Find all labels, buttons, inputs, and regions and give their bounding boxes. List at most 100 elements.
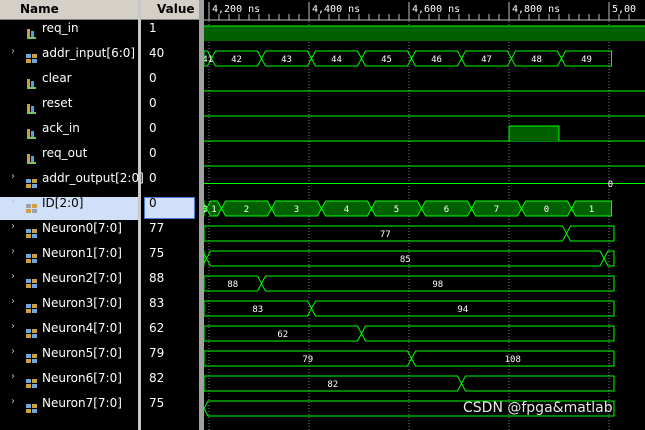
signal-value: 75 bbox=[149, 246, 165, 260]
bus-signal-icon bbox=[26, 329, 37, 338]
ruler-tick-label: 4,600 ns bbox=[412, 4, 460, 15]
signal-name: Neuron1[7:0] bbox=[42, 246, 122, 260]
signal-name: Neuron3[7:0] bbox=[42, 296, 122, 310]
signal-name: addr_output[2:0] bbox=[42, 171, 144, 185]
bus-segment bbox=[360, 325, 615, 342]
signal-row[interactable]: req_in 1 bbox=[0, 21, 204, 46]
signal-row[interactable]: › Neuron0[7:0] 77 bbox=[0, 221, 204, 246]
bus-value-label: 1 bbox=[211, 205, 216, 215]
signal-value: 0 bbox=[149, 146, 157, 160]
bus-segment bbox=[460, 375, 615, 392]
signal-name: clear bbox=[42, 71, 72, 85]
bus-value-label: 98 bbox=[432, 280, 443, 290]
bus-value-label: 4 bbox=[344, 205, 349, 215]
ruler-tick-label: 4,200 ns bbox=[212, 4, 260, 15]
signal-name: Neuron5[7:0] bbox=[42, 346, 122, 360]
wave-high-fill bbox=[204, 26, 645, 41]
signal-row[interactable]: req_out 0 bbox=[0, 146, 204, 171]
signal-row[interactable]: › addr_input[6:0] 40 bbox=[0, 46, 204, 71]
signal-value: 75 bbox=[149, 396, 165, 410]
bus-signal-icon bbox=[26, 229, 37, 238]
signal-value: 77 bbox=[149, 221, 165, 235]
name-column-header[interactable]: Name bbox=[0, 0, 138, 20]
expand-chevron-icon[interactable]: › bbox=[11, 246, 15, 271]
expand-chevron-icon[interactable]: › bbox=[11, 221, 15, 246]
signal-name: Neuron0[7:0] bbox=[42, 221, 122, 235]
signal-row[interactable]: › Neuron5[7:0] 79 bbox=[0, 346, 204, 371]
bit-signal-icon bbox=[27, 104, 36, 114]
bus-value-label: 82 bbox=[327, 380, 338, 390]
signal-row[interactable]: › Neuron3[7:0] 83 bbox=[0, 296, 204, 321]
bus-value-label: 43 bbox=[281, 55, 292, 65]
bus-value-label: 0 bbox=[608, 180, 613, 190]
expand-chevron-icon[interactable]: › bbox=[11, 46, 15, 71]
signal-value: 0 bbox=[149, 121, 157, 135]
bus-value-label: 0 bbox=[544, 205, 549, 215]
expand-chevron-icon[interactable]: › bbox=[11, 196, 15, 221]
bus-value-label: 1 bbox=[589, 205, 594, 215]
bus-value-label: 88 bbox=[227, 280, 238, 290]
signal-row[interactable]: › Neuron7[7:0] 75 bbox=[0, 396, 204, 421]
signal-name: ack_in bbox=[42, 121, 80, 135]
ruler-tick-label: 5,00 bbox=[612, 4, 636, 15]
value-column-header[interactable]: Value bbox=[141, 0, 199, 20]
bus-value-label: 7 bbox=[494, 205, 499, 215]
signal-row[interactable]: › Neuron2[7:0] 88 bbox=[0, 271, 204, 296]
bus-segment bbox=[565, 225, 615, 242]
signal-row[interactable]: clear 0 bbox=[0, 71, 204, 96]
expand-chevron-icon[interactable]: › bbox=[11, 371, 15, 396]
bus-value-label: 62 bbox=[277, 330, 288, 340]
signal-value: 40 bbox=[149, 46, 165, 60]
bit-signal-icon bbox=[27, 79, 36, 89]
signal-row[interactable]: reset 0 bbox=[0, 96, 204, 121]
signal-name: Neuron2[7:0] bbox=[42, 271, 122, 285]
signal-value: 0 bbox=[149, 71, 157, 85]
bus-value-label: 77 bbox=[380, 230, 391, 240]
signal-value: 62 bbox=[149, 321, 165, 335]
expand-chevron-icon[interactable]: › bbox=[11, 321, 15, 346]
bus-value-label: 5 bbox=[394, 205, 399, 215]
expand-chevron-icon[interactable]: › bbox=[11, 171, 15, 196]
signal-name: req_out bbox=[42, 146, 88, 160]
watermark: CSDN @fpga&matlab bbox=[463, 400, 613, 416]
signal-name: Neuron4[7:0] bbox=[42, 321, 122, 335]
expand-chevron-icon[interactable]: › bbox=[11, 346, 15, 371]
signal-name: addr_input[6:0] bbox=[42, 46, 136, 60]
signal-row[interactable]: › Neuron1[7:0] 75 bbox=[0, 246, 204, 271]
signal-value: 83 bbox=[149, 296, 165, 310]
expand-chevron-icon[interactable]: › bbox=[11, 396, 15, 421]
bus-value-label: 3 bbox=[294, 205, 299, 215]
signal-value: 0 bbox=[149, 196, 157, 210]
waveform-pane[interactable]: 4,200 ns 4,400 ns 4,600 ns 4,800 ns 5,00 4 1 42… bbox=[204, 0, 645, 430]
signal-row[interactable]: ack_in 0 bbox=[0, 121, 204, 146]
bus-value-label: 44 bbox=[331, 55, 342, 65]
bus-signal-icon bbox=[26, 404, 37, 413]
signal-value: 1 bbox=[149, 21, 157, 35]
bus-value-label: 49 bbox=[581, 55, 592, 65]
signal-name: Neuron6[7:0] bbox=[42, 371, 122, 385]
bus-value-label: 83 bbox=[252, 305, 263, 315]
signal-row[interactable]: › ID[2:0] 0 bbox=[0, 196, 204, 221]
bus-signal-icon bbox=[26, 379, 37, 388]
signal-name: ID[2:0] bbox=[42, 196, 84, 210]
ruler-tick-label: 4,800 ns bbox=[512, 4, 560, 15]
bus-signal-icon bbox=[26, 304, 37, 313]
bit-signal-icon bbox=[27, 154, 36, 164]
bit-signal-icon bbox=[27, 129, 36, 139]
bus-value-label: 85 bbox=[400, 255, 411, 265]
signal-row[interactable]: › addr_output[2:0] 0 bbox=[0, 171, 204, 196]
bus-signal-icon bbox=[26, 54, 37, 63]
signal-value: 82 bbox=[149, 371, 165, 385]
expand-chevron-icon[interactable]: › bbox=[11, 271, 15, 296]
signal-name: Neuron7[7:0] bbox=[42, 396, 122, 410]
signal-row[interactable]: › Neuron6[7:0] 82 bbox=[0, 371, 204, 396]
ruler-tick-label: 4,400 ns bbox=[312, 4, 360, 15]
signal-value: 88 bbox=[149, 271, 165, 285]
signal-row[interactable]: › Neuron4[7:0] 62 bbox=[0, 321, 204, 346]
bus-value-label: 6 bbox=[444, 205, 449, 215]
bus-signal-icon bbox=[26, 279, 37, 288]
bit-signal-icon bbox=[27, 29, 36, 39]
signal-name: req_in bbox=[42, 21, 79, 35]
expand-chevron-icon[interactable]: › bbox=[11, 296, 15, 321]
bus-value-label: 48 bbox=[531, 55, 542, 65]
